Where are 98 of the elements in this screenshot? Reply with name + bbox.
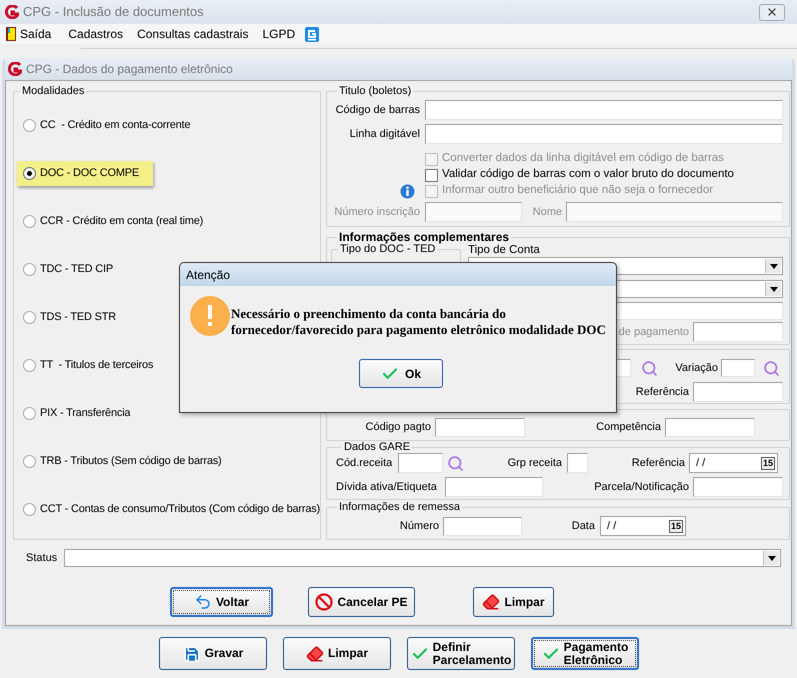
radio-button[interactable] (23, 166, 36, 180)
field-label: Grp receita (506, 456, 562, 471)
field-label: Referência (636, 384, 689, 400)
radio-option[interactable]: TT - Titulos de terceiros (17, 352, 168, 378)
field-label: Status (26, 550, 58, 566)
group-label: Titulo (boletos) (338, 84, 412, 98)
field-label: Número (398, 518, 439, 534)
field-label: Variação (674, 360, 718, 376)
field-label: Cód.receita (336, 456, 394, 471)
field-label: Tipo de Conta (468, 244, 541, 256)
group-label: Informações de remessa (338, 500, 462, 514)
input-field[interactable] (425, 202, 522, 222)
checkbox[interactable]: Validar código de barras com o valor bruto do documento (425, 166, 734, 184)
input-field[interactable] (566, 202, 783, 222)
radio-option[interactable]: CCT - Contas de consumo/Tributos (Com código de barras) (17, 496, 334, 522)
calendar-button[interactable]: 15 (760, 456, 775, 470)
input-field[interactable] (693, 382, 783, 402)
field-label: Linha digitável (348, 126, 420, 142)
field-label: Data (570, 518, 595, 534)
logo-icon (8, 62, 22, 76)
field-label: Código pagto (364, 420, 431, 436)
dialog-message: Necessário o preenchimento da conta bancária do fornecedor/favorecido para pagamento eletrônico modalidade DOC (231, 306, 606, 338)
undo-arrow-icon (194, 593, 212, 611)
input-field[interactable] (693, 477, 783, 497)
menu-item[interactable]: Saída (20, 25, 52, 43)
radio-option[interactable]: TDS - TED STR (17, 304, 130, 330)
input-field[interactable] (693, 322, 783, 342)
dialog-title: Atenção (186, 266, 230, 284)
search-icon[interactable] (641, 360, 658, 376)
radio-option[interactable]: TRB - Tributos (Sem código de barras) (17, 448, 236, 474)
action-button[interactable]: Cancelar PE (308, 587, 415, 617)
menu-item[interactable]: LGPD (262, 27, 296, 41)
radio-button[interactable] (23, 406, 36, 420)
logo-icon (5, 5, 19, 19)
field-label: Competência (595, 420, 661, 436)
input-field[interactable] (425, 100, 783, 120)
field-label: Dívida ativa/Etiqueta (336, 480, 438, 495)
group-label: Tipo do DOC - TED (340, 243, 436, 256)
field-label: Parcela/Notificação (593, 480, 689, 495)
action-button[interactable]: Limpar (283, 637, 391, 670)
action-button[interactable]: Limpar (473, 587, 554, 617)
radio-option[interactable]: DOC - DOC COMPE (17, 160, 154, 186)
input-field[interactable] (435, 418, 525, 437)
menu-item[interactable]: Consultas cadastrais (137, 27, 248, 41)
input-field[interactable] (665, 418, 755, 437)
radio-button[interactable] (23, 262, 36, 276)
input-field[interactable] (721, 359, 755, 377)
group-label: Informações complementares (338, 230, 510, 244)
calendar-button[interactable]: 15 (668, 520, 683, 532)
window-title: CPG - Inclusão de documentos (23, 3, 204, 22)
input-field[interactable] (445, 477, 543, 497)
dropdown-button[interactable] (765, 282, 781, 296)
eraser-icon (482, 593, 500, 611)
caret-icon (770, 286, 778, 292)
group-label: Dados GARE (343, 440, 412, 454)
ok-button[interactable]: Ok (359, 359, 443, 388)
radio-button[interactable] (23, 118, 36, 132)
search-icon[interactable] (763, 360, 780, 376)
app-logo-icon[interactable] (305, 26, 320, 42)
menu-item[interactable]: Cadastros (68, 27, 124, 41)
close-icon (766, 6, 778, 18)
field-label: Nome (532, 204, 562, 220)
action-button[interactable]: Pagamento Eletrônico (531, 637, 639, 670)
ban-icon (315, 593, 334, 611)
radio-button[interactable] (23, 214, 36, 228)
caret-icon (770, 264, 778, 268)
door-icon (6, 27, 16, 41)
field-label: Referência (630, 456, 685, 471)
radio-option[interactable]: PIX - Transferência (17, 400, 144, 426)
radio-button[interactable] (23, 358, 36, 372)
window-title: CPG - Dados do pagamento eletrônico (26, 61, 233, 78)
search-icon[interactable] (447, 454, 464, 472)
radio-option[interactable]: CCR - Crédito em conta (real time) (17, 208, 218, 234)
radio-button[interactable] (23, 310, 36, 324)
field-label: de pagamento (618, 324, 689, 340)
input-field[interactable] (425, 124, 783, 144)
eraser-icon (306, 644, 324, 662)
close-button[interactable] (759, 4, 785, 20)
input-field[interactable] (443, 516, 522, 536)
radio-option[interactable]: TDC - TED CIP (17, 256, 127, 282)
action-button[interactable]: Definir Parcelamento (407, 637, 515, 670)
dropdown-field[interactable] (64, 549, 781, 567)
dropdown-button[interactable] (765, 259, 781, 273)
date-field[interactable]: / / 15 (600, 516, 686, 536)
input-field[interactable] (398, 453, 443, 473)
action-button[interactable]: Gravar (159, 637, 267, 670)
radio-button[interactable] (23, 502, 36, 516)
group-label: Modalidades (21, 84, 86, 98)
field-label: Número inscrição (333, 204, 420, 220)
field-label: Código de barras (334, 102, 420, 118)
warning-icon (190, 296, 230, 336)
radio-button[interactable] (23, 454, 36, 468)
input-field[interactable] (567, 453, 588, 473)
date-field[interactable]: / / 15 (689, 453, 778, 473)
action-button[interactable]: Voltar (170, 587, 273, 617)
radio-option[interactable]: CC - Crédito em conta-corrente (17, 112, 204, 138)
caret-icon (768, 556, 776, 560)
dropdown-button[interactable] (763, 551, 779, 565)
